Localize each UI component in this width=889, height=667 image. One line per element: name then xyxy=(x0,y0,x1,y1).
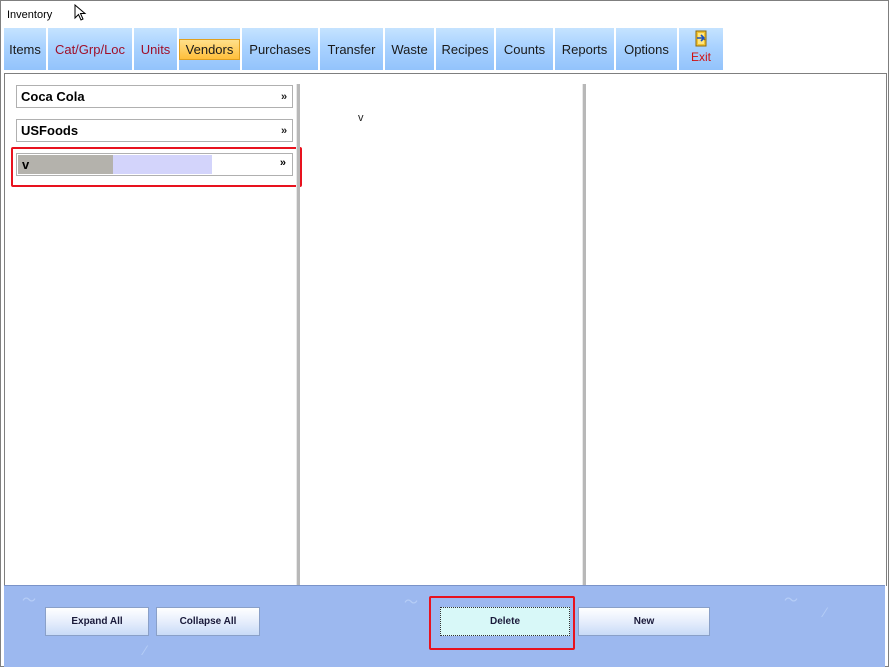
tab-purchases[interactable]: Purchases xyxy=(242,28,320,70)
tab-label: Units xyxy=(140,41,171,57)
middle-panel-text: v xyxy=(358,112,364,124)
column-divider xyxy=(296,84,300,586)
exit-button[interactable]: Exit xyxy=(679,28,725,70)
vendor-row-coca-cola[interactable]: Coca Cola » xyxy=(16,85,293,108)
vendor-name: Coca Cola xyxy=(21,89,85,104)
window-title: Inventory xyxy=(7,9,53,21)
chevron-double-down-icon[interactable]: » xyxy=(276,91,292,103)
text-selection-fill-secondary xyxy=(113,155,212,174)
title-bar: Inventory xyxy=(1,1,888,27)
tab-reports[interactable]: Reports xyxy=(555,28,616,70)
tab-cat-grp-loc[interactable]: Cat/Grp/Loc xyxy=(48,28,134,70)
tab-waste[interactable]: Waste xyxy=(385,28,436,70)
decorative-swirl-icon: ～ xyxy=(404,594,418,610)
main-tab-bar: Items Cat/Grp/Loc Units Vendors Purchase… xyxy=(4,28,728,70)
tab-options[interactable]: Options xyxy=(616,28,679,70)
chevron-double-down-icon[interactable]: » xyxy=(276,125,292,137)
delete-button[interactable]: Delete xyxy=(440,607,570,636)
vendor-row-usfoods[interactable]: USFoods » xyxy=(16,119,293,142)
new-vendor-value: v xyxy=(22,157,30,172)
tab-label: Reports xyxy=(561,41,608,57)
tab-label: Counts xyxy=(503,41,546,57)
decorative-swirl-icon: ～ xyxy=(784,592,798,608)
tab-label: Cat/Grp/Loc xyxy=(54,41,126,57)
tab-label: Recipes xyxy=(441,41,489,57)
vendor-panel-area: Coca Cola » USFoods » v » v xyxy=(4,73,887,586)
exit-door-icon xyxy=(695,30,707,47)
new-vendor-input[interactable]: v » xyxy=(16,153,293,176)
collapse-all-button[interactable]: Collapse All xyxy=(156,607,260,636)
tab-label: Items xyxy=(9,41,41,57)
tab-units[interactable]: Units xyxy=(134,28,179,70)
tab-counts[interactable]: Counts xyxy=(496,28,555,70)
text-selection-fill xyxy=(18,155,113,174)
column-divider xyxy=(582,84,586,586)
vendor-name: USFoods xyxy=(21,123,79,138)
new-button[interactable]: New xyxy=(578,607,710,636)
tab-label: Waste xyxy=(391,41,428,57)
decorative-swirl-icon: ⁄ xyxy=(824,604,827,620)
decorative-swirl-icon: ～ xyxy=(22,592,36,608)
exit-label: Exit xyxy=(690,50,711,64)
expand-all-button[interactable]: Expand All xyxy=(45,607,149,636)
bottom-toolbar: ～ ⁄ ～ ～ ⁄ Expand All Collapse All Delete… xyxy=(4,585,885,667)
mouse-cursor-icon xyxy=(74,4,87,21)
inventory-window: Inventory Items Cat/Grp/Loc Units Vendor… xyxy=(0,0,889,667)
tab-recipes[interactable]: Recipes xyxy=(436,28,496,70)
tab-transfer[interactable]: Transfer xyxy=(320,28,385,70)
tab-label: Options xyxy=(624,41,669,57)
decorative-swirl-icon: ⁄ xyxy=(144,642,147,658)
tab-items[interactable]: Items xyxy=(4,28,48,70)
tab-label: Vendors xyxy=(178,38,241,60)
tab-label: Transfer xyxy=(327,41,376,57)
chevron-double-down-icon[interactable]: » xyxy=(280,157,286,169)
tab-label: Purchases xyxy=(249,41,311,57)
tab-vendors[interactable]: Vendors xyxy=(178,28,242,70)
